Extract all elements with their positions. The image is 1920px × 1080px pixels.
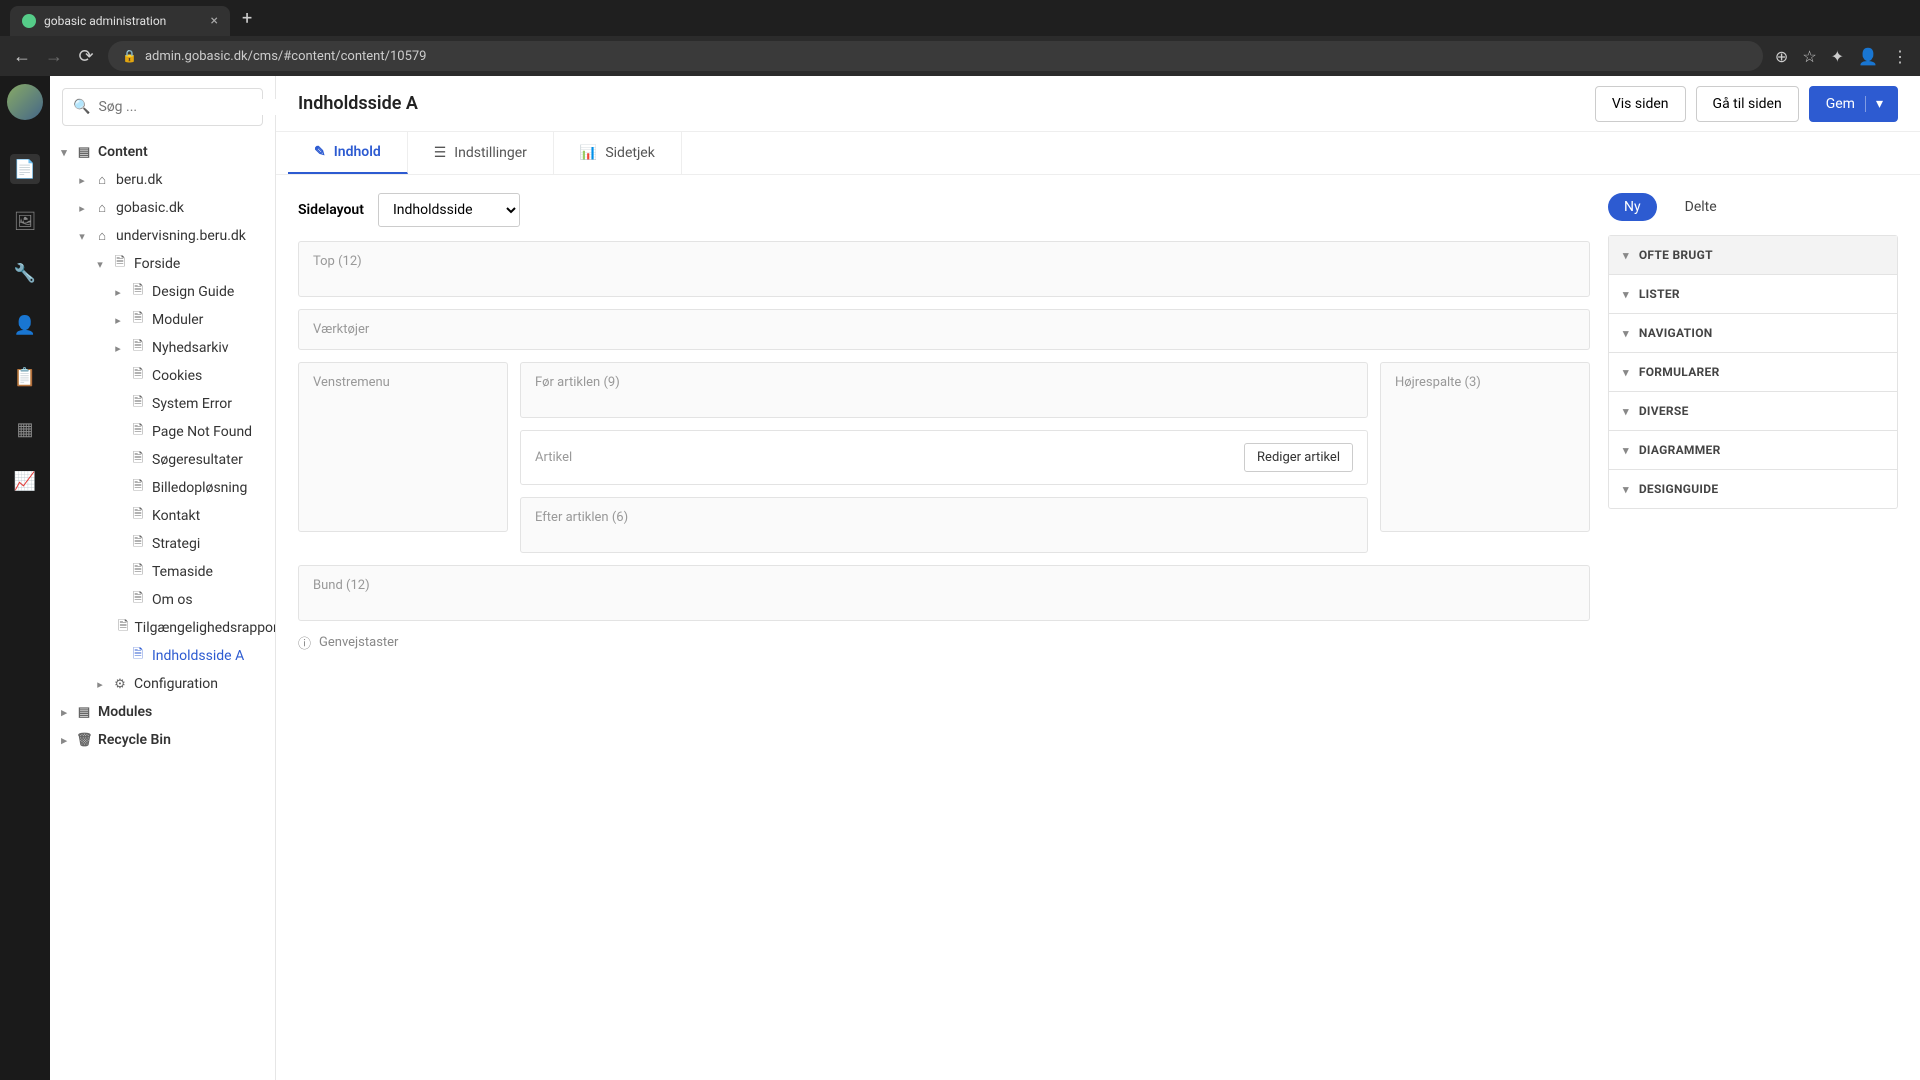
- save-button[interactable]: Gem▾: [1809, 86, 1898, 122]
- zone-tools[interactable]: Værktøjer: [298, 309, 1590, 350]
- tree-node-forside[interactable]: ▾🗎Forside: [50, 250, 275, 278]
- lock-icon: 🔒: [122, 49, 137, 63]
- content-tree: ▾▤Content ▸⌂beru.dk ▸⌂gobasic.dk ▾⌂under…: [50, 138, 275, 1080]
- stats-section-icon[interactable]: 📈: [10, 466, 40, 496]
- tree-node-beru[interactable]: ▸⌂beru.dk: [50, 166, 275, 194]
- widget-accordion: ▾OFTE BRUGT ▾LISTER ▾NAVIGATION ▾FORMULA…: [1608, 235, 1898, 509]
- tools-section-icon[interactable]: 🔧: [10, 258, 40, 288]
- zone-left-menu[interactable]: Venstremenu: [298, 362, 508, 532]
- widgets-tab-new[interactable]: Ny: [1608, 193, 1657, 221]
- tree-node-nyhedsarkiv[interactable]: ▸🗎Nyhedsarkiv: [50, 334, 275, 362]
- zone-bottom[interactable]: Bund (12): [298, 565, 1590, 621]
- forward-button[interactable]: →: [44, 46, 64, 67]
- new-tab-button[interactable]: +: [242, 8, 252, 29]
- tree-node-strategi[interactable]: 🗎Strategi: [50, 530, 275, 558]
- extensions-icon[interactable]: ✦: [1831, 47, 1844, 66]
- accordion-navigation[interactable]: ▾NAVIGATION: [1609, 314, 1897, 353]
- tree-node-kontakt[interactable]: 🗎Kontakt: [50, 502, 275, 530]
- accordion-designguide[interactable]: ▾DESIGNGUIDE: [1609, 470, 1897, 508]
- favicon: [22, 14, 36, 28]
- tree-node-modules[interactable]: ▸▤Modules: [50, 698, 275, 726]
- tree-node-sogeresultater[interactable]: 🗎Søgeresultater: [50, 446, 275, 474]
- nav-rail: 📄 🖼 🔧 👤 📋 ▦ 📈: [0, 76, 50, 1080]
- sliders-icon: ☰: [434, 145, 447, 161]
- chevron-down-icon: ▾: [1623, 483, 1629, 496]
- tree-node-recycle-bin[interactable]: ▸🗑Recycle Bin: [50, 726, 275, 754]
- accordion-formularer[interactable]: ▾FORMULARER: [1609, 353, 1897, 392]
- content-section-icon[interactable]: 📄: [10, 154, 40, 184]
- tree-node-billedoplosning[interactable]: 🗎Billedopløsning: [50, 474, 275, 502]
- zone-before-article[interactable]: Før artiklen (9): [520, 362, 1368, 418]
- profile-icon[interactable]: 👤: [1858, 47, 1878, 66]
- bookmark-icon[interactable]: ☆: [1802, 47, 1816, 66]
- info-icon: ⓘ: [298, 633, 311, 652]
- chevron-down-icon: ▾: [1623, 288, 1629, 301]
- tab-title: gobasic administration: [44, 14, 166, 28]
- search-icon: 🔍: [73, 99, 90, 115]
- page-title: Indholdsside A: [298, 93, 418, 114]
- tree-node-om-os[interactable]: 🗎Om os: [50, 586, 275, 614]
- tree-node-system-error[interactable]: 🗎System Error: [50, 390, 275, 418]
- shortcuts-hint[interactable]: ⓘGenvejstaster: [298, 633, 1590, 652]
- tree-node-tilgaengelighed[interactable]: 🗎Tilgængelighedsrapport: [50, 614, 275, 642]
- chevron-down-icon: ▾: [1623, 327, 1629, 340]
- tab-content[interactable]: ✎Indhold: [288, 132, 408, 174]
- zone-right-column[interactable]: Højrespalte (3): [1380, 362, 1590, 532]
- search-input[interactable]: 🔍: [62, 88, 263, 126]
- url-text: admin.gobasic.dk/cms/#content/content/10…: [145, 49, 427, 64]
- chevron-down-icon: ▾: [1623, 444, 1629, 457]
- edit-article-button[interactable]: Rediger artikel: [1244, 443, 1353, 472]
- zone-after-article[interactable]: Efter artiklen (6): [520, 497, 1368, 553]
- main-panel: Indholdsside A Vis siden Gå til siden Ge…: [276, 76, 1920, 1080]
- accordion-diverse[interactable]: ▾DIVERSE: [1609, 392, 1897, 431]
- accordion-ofte-brugt[interactable]: ▾OFTE BRUGT: [1609, 236, 1897, 275]
- tree-node-design-guide[interactable]: ▸🗎Design Guide: [50, 278, 275, 306]
- layout-label: Sidelayout: [298, 202, 364, 218]
- forms-section-icon[interactable]: 📋: [10, 362, 40, 392]
- zoom-icon[interactable]: ⊕: [1775, 47, 1788, 66]
- close-tab-icon[interactable]: ×: [211, 13, 218, 29]
- browser-tab-strip: gobasic administration × +: [0, 0, 1920, 36]
- goto-page-button[interactable]: Gå til siden: [1696, 86, 1799, 122]
- search-field[interactable]: [98, 99, 276, 115]
- address-bar[interactable]: 🔒 admin.gobasic.dk/cms/#content/content/…: [108, 41, 1763, 71]
- tree-node-configuration[interactable]: ▸⚙Configuration: [50, 670, 275, 698]
- tree-node-gobasic[interactable]: ▸⌂gobasic.dk: [50, 194, 275, 222]
- browser-toolbar: ← → ⟳ 🔒 admin.gobasic.dk/cms/#content/co…: [0, 36, 1920, 76]
- users-section-icon[interactable]: 👤: [10, 310, 40, 340]
- tree-node-indholdsside-a[interactable]: 🗎Indholdsside A: [50, 642, 275, 670]
- tree-node-content[interactable]: ▾▤Content: [50, 138, 275, 166]
- user-avatar[interactable]: [7, 84, 43, 120]
- accordion-lister[interactable]: ▾LISTER: [1609, 275, 1897, 314]
- page-tabs: ✎Indhold ☰Indstillinger 📊Sidetjek: [276, 132, 1920, 175]
- media-section-icon[interactable]: 🖼: [10, 206, 40, 236]
- tree-node-cookies[interactable]: 🗎Cookies: [50, 362, 275, 390]
- page-header: Indholdsside A Vis siden Gå til siden Ge…: [276, 76, 1920, 132]
- data-section-icon[interactable]: ▦: [10, 414, 40, 444]
- tab-settings[interactable]: ☰Indstillinger: [408, 132, 554, 174]
- chevron-down-icon: ▾: [1623, 249, 1629, 262]
- widgets-tab-shared[interactable]: Delte: [1669, 193, 1733, 221]
- zone-article[interactable]: Artikel Rediger artikel: [520, 430, 1368, 485]
- chevron-down-icon: ▾: [1623, 405, 1629, 418]
- edit-icon: ✎: [314, 144, 326, 160]
- tab-check[interactable]: 📊Sidetjek: [554, 132, 682, 174]
- back-button[interactable]: ←: [12, 46, 32, 67]
- tree-node-page-not-found[interactable]: 🗎Page Not Found: [50, 418, 275, 446]
- tree-node-temaside[interactable]: 🗎Temaside: [50, 558, 275, 586]
- browser-tab[interactable]: gobasic administration ×: [10, 6, 230, 36]
- menu-icon[interactable]: ⋮: [1892, 47, 1908, 66]
- reload-button[interactable]: ⟳: [76, 46, 96, 67]
- chevron-down-icon: ▾: [1623, 366, 1629, 379]
- tree-node-undervisning[interactable]: ▾⌂undervisning.beru.dk: [50, 222, 275, 250]
- tree-node-moduler[interactable]: ▸🗎Moduler: [50, 306, 275, 334]
- view-page-button[interactable]: Vis siden: [1595, 86, 1686, 122]
- chart-icon: 📊: [580, 145, 597, 161]
- zone-top[interactable]: Top (12): [298, 241, 1590, 297]
- layout-select[interactable]: Indholdsside: [378, 193, 520, 227]
- save-dropdown-caret[interactable]: ▾: [1865, 96, 1893, 112]
- sidebar: 🔍 ▾▤Content ▸⌂beru.dk ▸⌂gobasic.dk ▾⌂und…: [50, 76, 276, 1080]
- accordion-diagrammer[interactable]: ▾DIAGRAMMER: [1609, 431, 1897, 470]
